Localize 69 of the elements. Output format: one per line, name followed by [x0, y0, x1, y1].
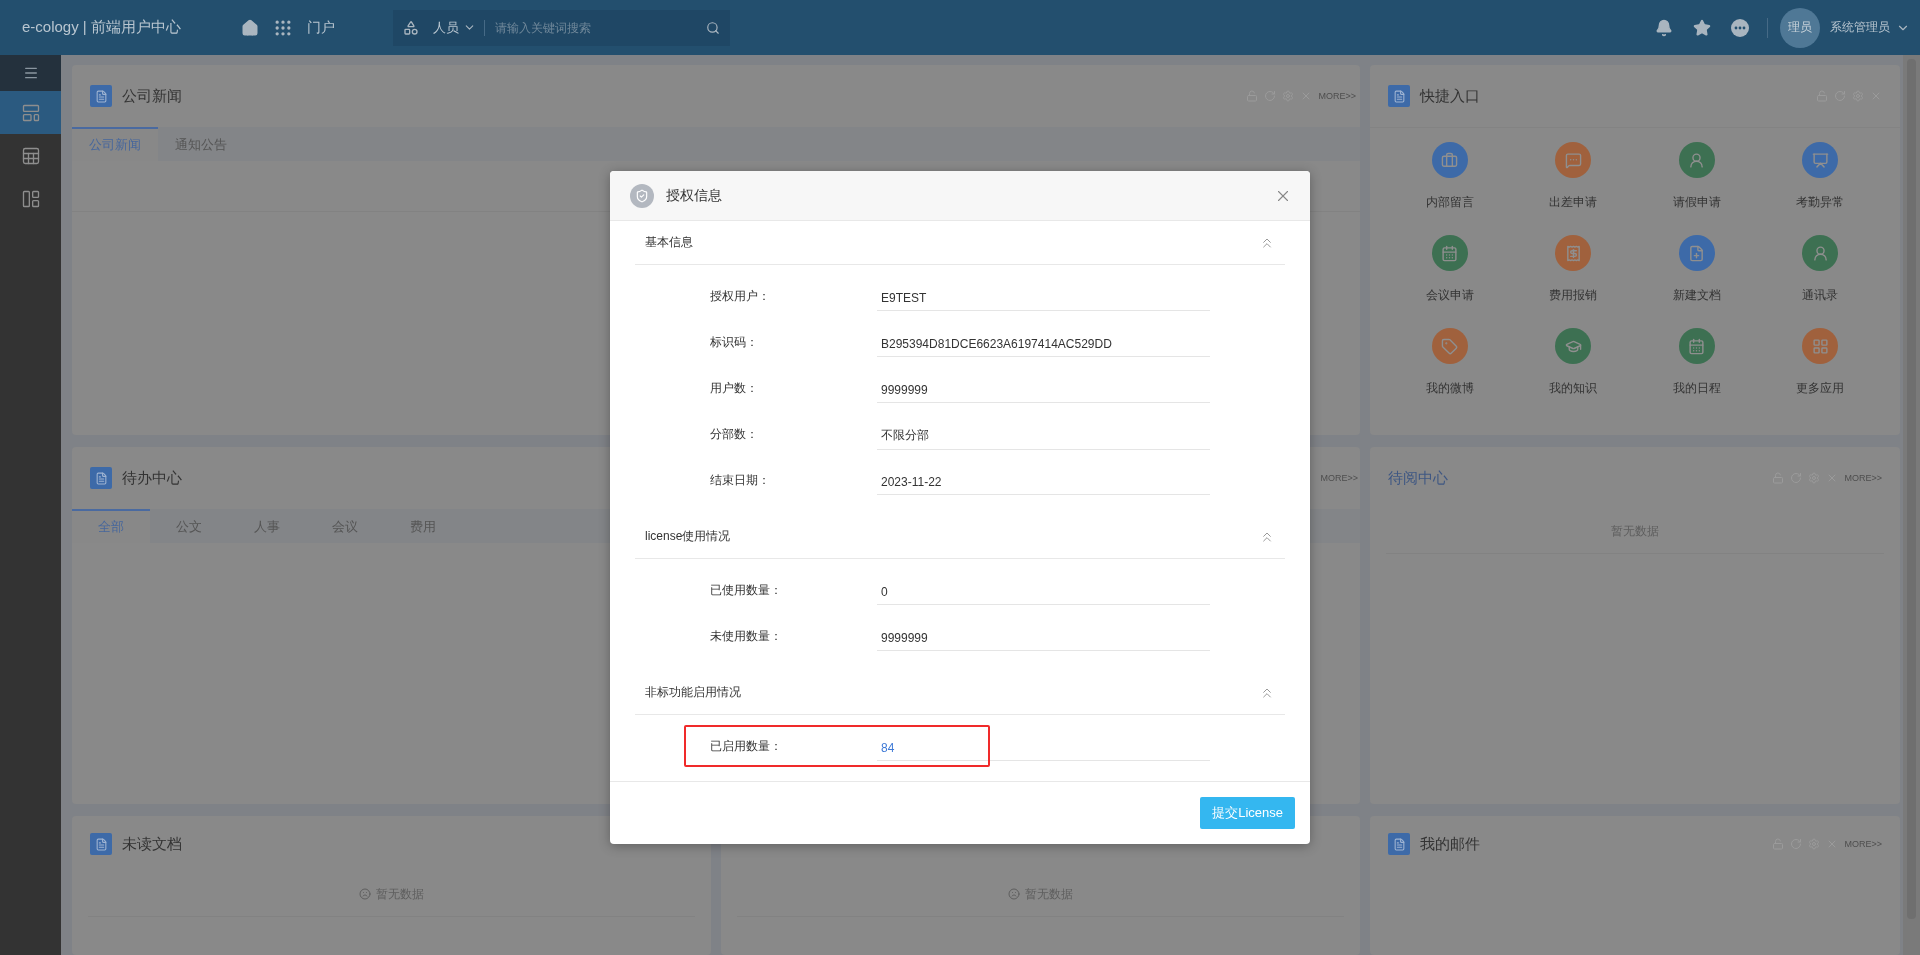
field-value: B295394D81DCE6623A6197414AC529DD — [877, 327, 1210, 357]
panel-icon — [90, 85, 112, 107]
user-name[interactable]: 系统管理员 — [1830, 19, 1890, 36]
search-field[interactable]: 人员 请输入关键词搜索 — [392, 9, 730, 46]
submit-button[interactable]: 提交License — [1200, 797, 1295, 829]
search-icon[interactable] — [705, 20, 720, 35]
value-link[interactable]: 84 — [877, 731, 1210, 761]
shortcut[interactable]: 我的日程 — [1635, 328, 1759, 401]
field-value: 9999999 — [877, 621, 1210, 651]
table-icon — [20, 145, 41, 166]
field-label: 已使用数量： — [709, 581, 783, 599]
sad-face-icon — [1008, 888, 1020, 900]
shortcut[interactable]: 我的微博 — [1388, 328, 1512, 401]
layout-icon — [20, 102, 41, 123]
portal-link[interactable]: 门户 — [306, 18, 335, 37]
more-link[interactable]: MORE>> — [1844, 473, 1882, 483]
sad-face-icon — [359, 888, 371, 900]
panel-title: 公司新闻 — [122, 86, 182, 106]
panel-title: 待阅中心 — [1388, 468, 1448, 488]
section-title: 非标功能启用情况 — [645, 684, 741, 701]
field-label: 授权用户： — [709, 287, 771, 305]
shortcut[interactable]: 新建文档 — [1635, 235, 1759, 308]
scope-select[interactable]: 人员 — [432, 18, 459, 37]
shortcut[interactable]: 通讯录 — [1758, 235, 1882, 308]
more-link[interactable]: MORE>> — [1318, 91, 1356, 101]
bell-icon[interactable] — [1655, 18, 1673, 37]
shield-icon — [630, 183, 654, 208]
field-label: 结束日期： — [709, 471, 771, 489]
shortcut[interactable]: 出差申请 — [1511, 142, 1635, 215]
shortcut[interactable]: 更多应用 — [1758, 328, 1882, 401]
scrollbar[interactable] — [1903, 55, 1920, 955]
dialog-title: 授权信息 — [666, 186, 722, 205]
panel-icon — [1388, 85, 1410, 107]
apps-icon[interactable] — [402, 19, 419, 36]
panels-icon — [20, 188, 41, 209]
field-label: 分部数： — [709, 425, 759, 443]
more-icon[interactable] — [1731, 18, 1749, 37]
field-label: 用户数： — [709, 379, 759, 397]
shortcut[interactable]: 会议申请 — [1388, 235, 1512, 308]
panel-title: 未读文档 — [122, 834, 182, 854]
section-title: license使用情况 — [645, 528, 731, 545]
field-value: 不限分部 — [877, 418, 1210, 450]
panel-title: 我的邮件 — [1420, 834, 1480, 854]
field-value: 2023-11-22 — [877, 465, 1210, 495]
panel-title: 待办中心 — [122, 468, 182, 488]
star-icon[interactable] — [1693, 18, 1711, 37]
shortcut[interactable]: 请假申请 — [1635, 142, 1759, 215]
field-label: 已启用数量： — [709, 737, 783, 755]
shortcut[interactable]: 我的知识 — [1511, 328, 1635, 401]
field-value: 0 — [877, 575, 1210, 605]
more-link[interactable]: MORE>> — [1844, 839, 1882, 849]
app-title: e-cology | 前端用户中心 — [22, 18, 181, 37]
field-value: 9999999 — [877, 373, 1210, 403]
shortcut[interactable]: 内部留言 — [1388, 142, 1512, 215]
field-value: E9TEST — [877, 281, 1210, 311]
home-icon[interactable] — [240, 18, 259, 37]
more-link[interactable]: MORE>> — [1320, 473, 1358, 483]
section-title: 基本信息 — [645, 234, 693, 251]
panel-title: 快捷入口 — [1420, 86, 1480, 106]
panel-icon — [90, 467, 112, 489]
shortcut[interactable]: 考勤异常 — [1758, 142, 1882, 215]
avatar[interactable]: 理员 — [1780, 7, 1820, 48]
panel-icon — [1388, 833, 1410, 855]
field-label: 未使用数量： — [709, 627, 783, 645]
field-label: 标识码： — [709, 333, 759, 351]
shortcut[interactable]: 费用报销 — [1511, 235, 1635, 308]
menu-icon[interactable] — [22, 65, 39, 81]
sidebar-item[interactable] — [0, 91, 61, 134]
panel-icon — [90, 833, 112, 855]
